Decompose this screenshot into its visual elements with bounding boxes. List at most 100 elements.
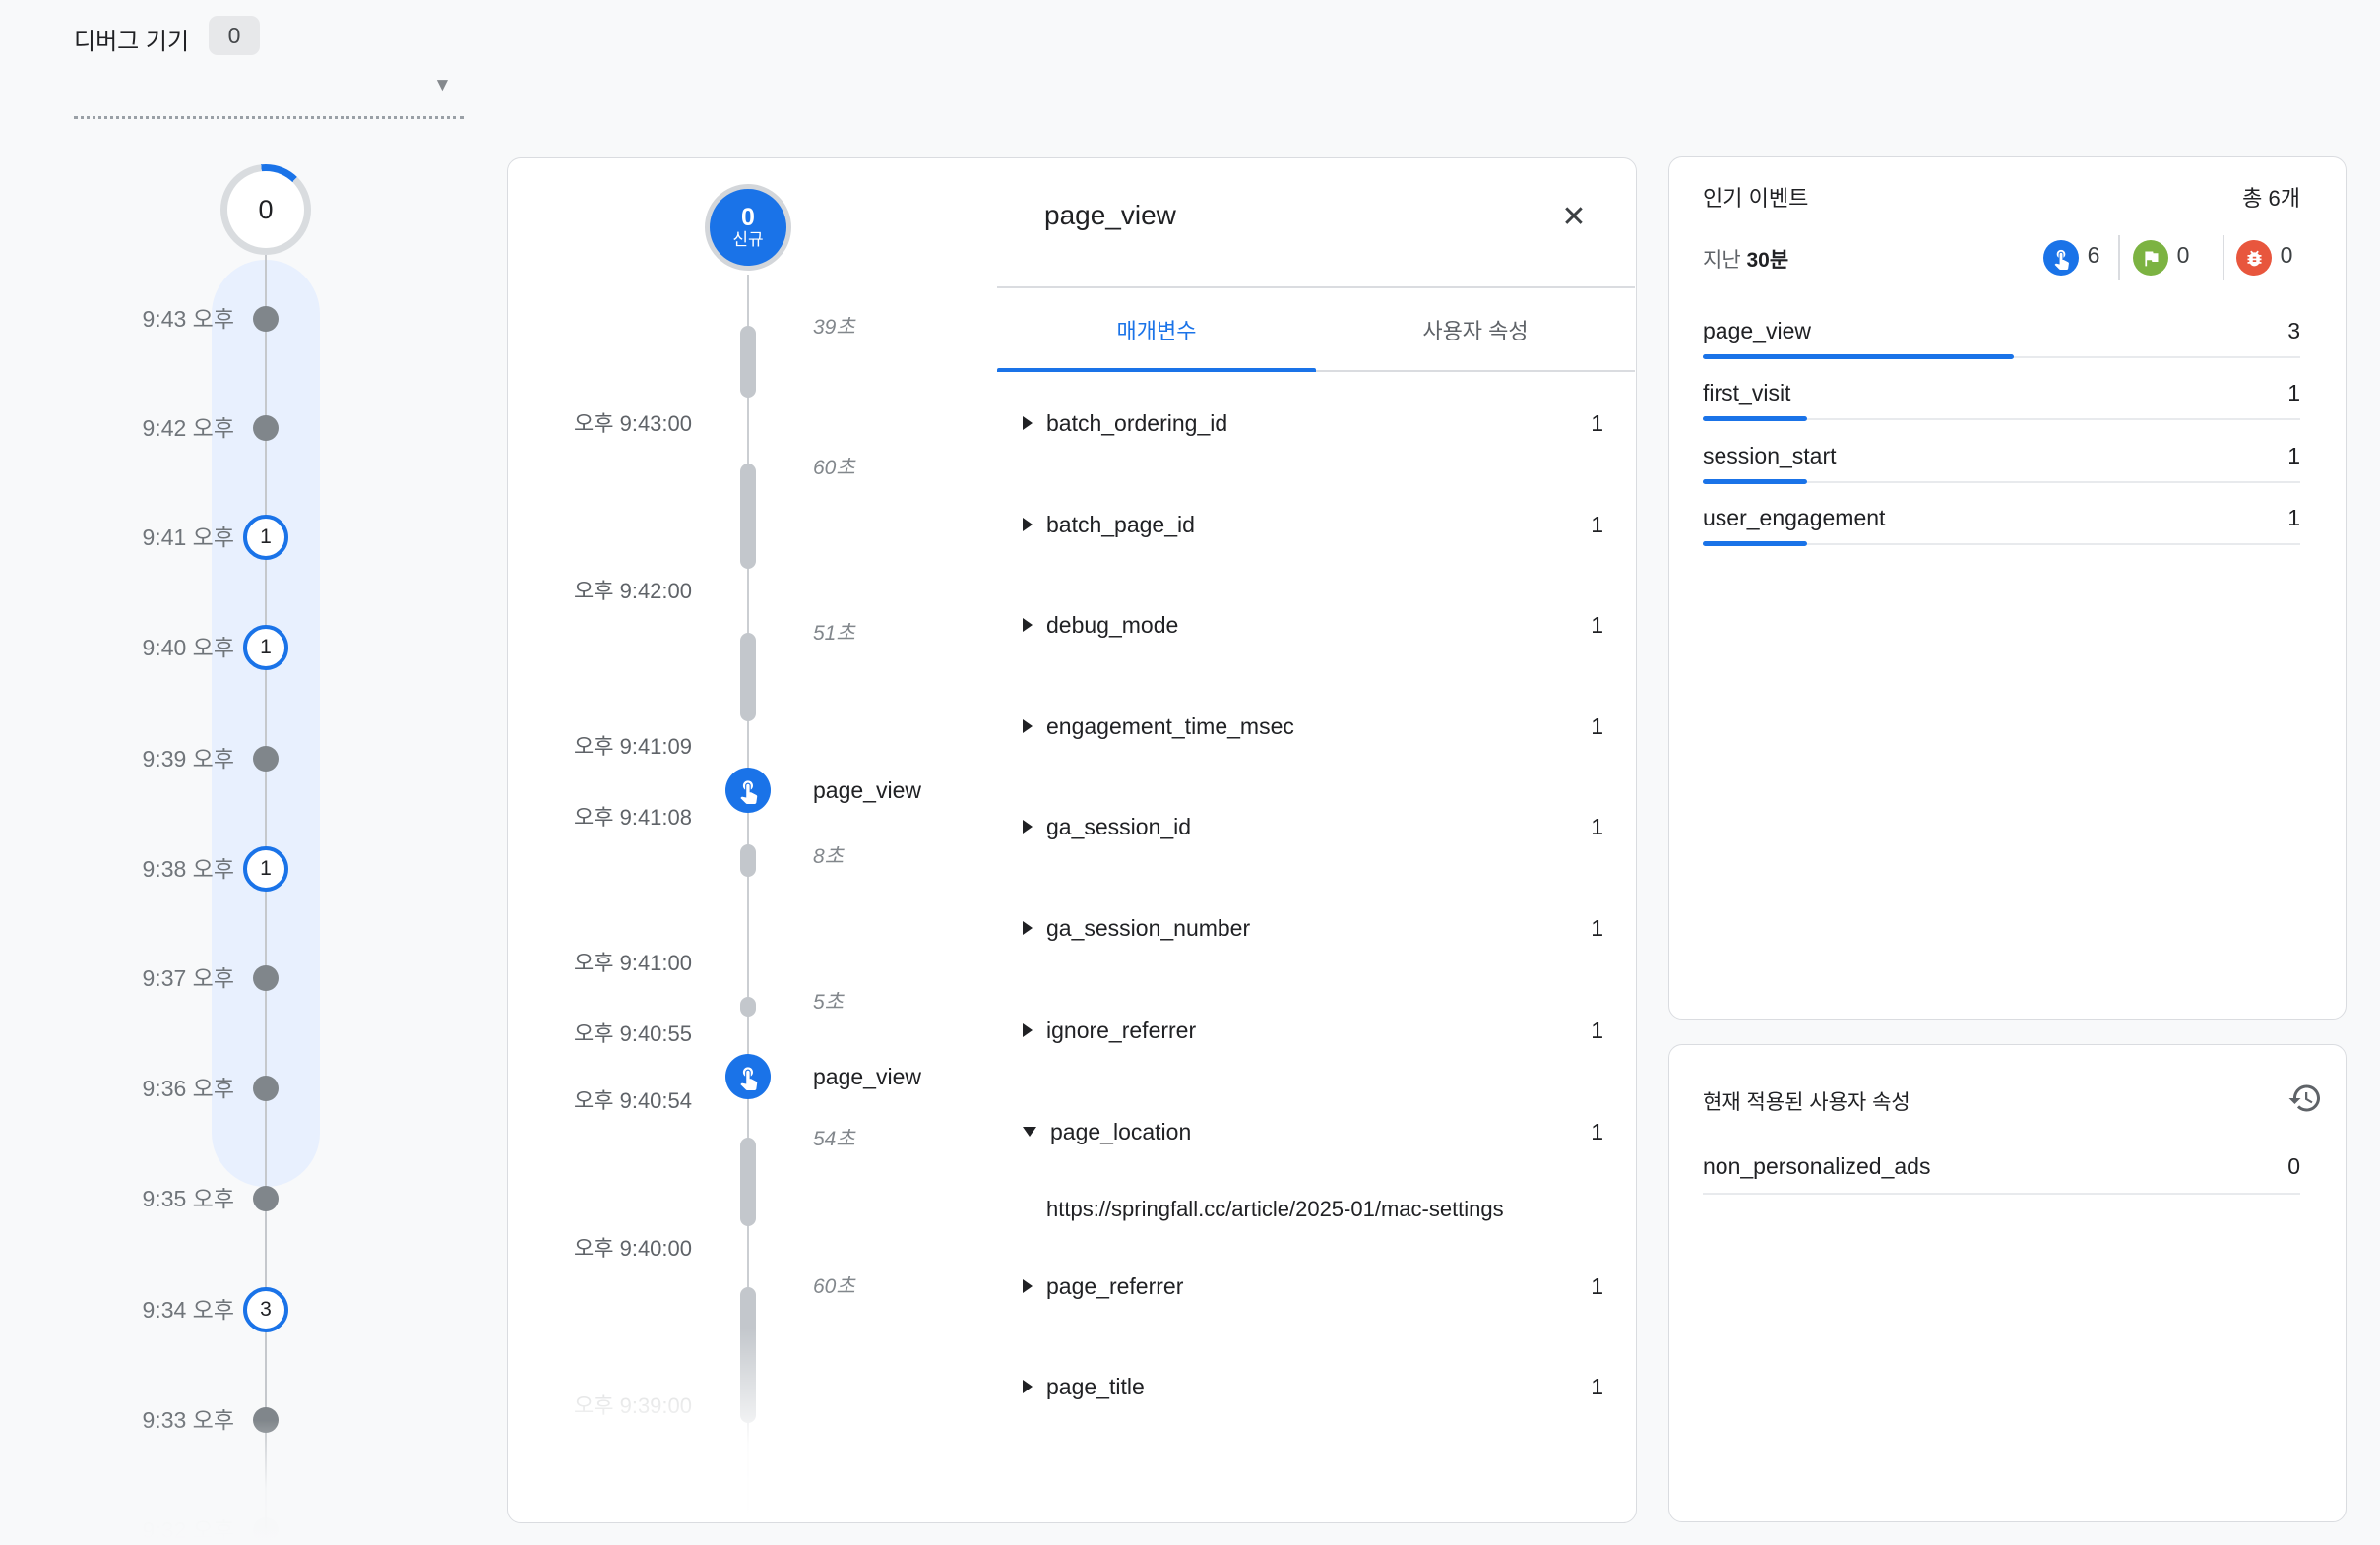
timeline-time-label: 9:39 오후: [59, 743, 234, 774]
top-events-title: 인기 이벤트: [1703, 181, 1808, 213]
event-stream-time-label: 오후 9:43:00: [528, 409, 692, 439]
param-row[interactable]: batch_ordering_id1: [997, 402, 1603, 445]
timeline-time-label: 9:37 오후: [59, 962, 234, 994]
chevron-right-icon[interactable]: [1023, 1380, 1033, 1393]
param-count: 1: [1591, 1119, 1603, 1145]
activity-bar: [740, 464, 756, 569]
counter-divider: [2223, 235, 2224, 280]
param-count: 1: [1591, 612, 1603, 639]
event-stream-time-label: 오후 9:40:54: [528, 1086, 692, 1116]
event-stream-time-label: 오후 9:40:00: [528, 1234, 692, 1264]
param-name: page_location: [1050, 1119, 1191, 1145]
duration-label: 39초: [813, 314, 855, 341]
top-event-name[interactable]: first_visit: [1703, 377, 1790, 408]
chevron-right-icon[interactable]: [1023, 921, 1033, 935]
top-event-count: 1: [2177, 502, 2300, 533]
param-row[interactable]: ga_session_id1: [997, 805, 1603, 848]
user-property-value: 0: [2177, 1150, 2300, 1182]
new-events-bubble[interactable]: 0 신규: [705, 184, 791, 271]
activity-bar: [740, 844, 756, 877]
time-window-label: 지난 30분: [1703, 244, 1788, 274]
user-property-name[interactable]: non_personalized_ads: [1703, 1150, 1930, 1182]
timeline-count-bubble[interactable]: 1: [243, 625, 288, 670]
param-row[interactable]: engagement_time_msec1: [997, 705, 1603, 748]
param-name: batch_page_id: [1046, 512, 1195, 538]
timeline-time-label: 9:41 오후: [59, 522, 234, 553]
param-count: 1: [1591, 814, 1603, 840]
bug-icon[interactable]: [2236, 240, 2272, 276]
tab-parameters[interactable]: 매개변수: [997, 288, 1316, 370]
event-title: page_view: [1044, 200, 1176, 231]
event-stream-event-name[interactable]: page_view: [813, 1060, 921, 1093]
user-properties-title: 현재 적용된 사용자 속성: [1703, 1086, 1910, 1116]
param-row[interactable]: page_referrer 1: [997, 1265, 1603, 1308]
tap-icon[interactable]: [725, 768, 771, 813]
timeline-dot[interactable]: [253, 1076, 279, 1101]
close-icon[interactable]: ✕: [1551, 194, 1597, 239]
activity-bar: [740, 326, 756, 398]
timeline-time-label: 9:36 오후: [59, 1073, 234, 1104]
top-event-bar: [1703, 541, 1807, 546]
timeline-count-bubble[interactable]: 1: [243, 515, 288, 560]
chevron-right-icon[interactable]: [1023, 719, 1033, 733]
timeline-count-bubble[interactable]: 3: [243, 1287, 288, 1332]
timeline-time-label: 9:38 오후: [59, 853, 234, 885]
event-stream-time-label: 오후 9:41:00: [528, 949, 692, 978]
param-row[interactable]: ignore_referrer1: [997, 1009, 1603, 1052]
event-stream-event-name[interactable]: page_view: [813, 773, 921, 807]
tap-icon[interactable]: [2043, 240, 2079, 276]
new-events-label: 신규: [732, 230, 763, 250]
param-count: 1: [1591, 1273, 1603, 1300]
param-name: page_referrer: [1046, 1273, 1183, 1300]
timeline-dot[interactable]: [253, 746, 279, 772]
timeline-time-label: 9:34 오후: [59, 1294, 234, 1326]
minute-summary-count: 0: [258, 195, 273, 225]
param-name: debug_mode: [1046, 612, 1178, 639]
chevron-right-icon[interactable]: [1023, 416, 1033, 430]
top-event-bar: [1703, 416, 1807, 421]
param-count: 1: [1591, 1018, 1603, 1044]
chevron-right-icon[interactable]: [1023, 1023, 1033, 1037]
timeline-dot[interactable]: [253, 965, 279, 991]
top-event-bar: [1703, 479, 1807, 484]
chevron-down-icon[interactable]: ▼: [433, 75, 452, 96]
chevron-right-icon[interactable]: [1023, 820, 1033, 834]
chevron-right-icon[interactable]: [1023, 518, 1033, 531]
event-stream-time-label: 오후 9:41:09: [528, 732, 692, 762]
top-event-name[interactable]: page_view: [1703, 315, 1811, 346]
param-count: 1: [1591, 713, 1603, 740]
flag-icon[interactable]: [2133, 240, 2168, 276]
timeline-dot[interactable]: [253, 415, 279, 441]
chevron-right-icon[interactable]: [1023, 1279, 1033, 1293]
param-name: page_title: [1046, 1374, 1145, 1400]
param-row[interactable]: debug_mode 1: [997, 603, 1603, 647]
param-row[interactable]: page_location 1: [997, 1110, 1603, 1153]
row-divider: [1703, 1193, 2300, 1195]
event-detail-card: 0 신규 오후 9:43:00 오후 9:42:00 오후 9:41:09 오후 9:…: [507, 157, 1637, 1523]
device-selector-underline[interactable]: [74, 116, 464, 119]
top-event-name[interactable]: user_engagement: [1703, 502, 1885, 533]
top-event-count: 3: [2177, 315, 2300, 346]
timeline-count-bubble[interactable]: 1: [243, 846, 288, 892]
param-row[interactable]: page_title1: [997, 1365, 1603, 1408]
param-row[interactable]: batch_page_id1: [997, 503, 1603, 546]
tab-user-properties[interactable]: 사용자 속성: [1316, 288, 1635, 370]
timeline-dot[interactable]: [253, 306, 279, 332]
history-icon[interactable]: [2282, 1075, 2329, 1122]
tap-icon[interactable]: [725, 1054, 771, 1099]
chevron-down-icon[interactable]: [1023, 1127, 1036, 1137]
device-selector-label: 디버그 기기: [74, 22, 189, 56]
event-stream-time-label: 오후 9:42:00: [528, 577, 692, 606]
param-row[interactable]: ga_session_number1: [997, 906, 1603, 950]
detail-tabbar: 매개변수 사용자 속성: [997, 288, 1635, 372]
counter-divider: [2118, 235, 2120, 280]
top-events-total: 총 6개: [2063, 181, 2300, 213]
minute-summary-ring[interactable]: 0: [220, 164, 311, 255]
top-event-name[interactable]: session_start: [1703, 440, 1837, 471]
duration-label: 54초: [813, 1126, 855, 1153]
timeline-dot[interactable]: [253, 1186, 279, 1211]
activity-bar: [740, 997, 756, 1017]
chevron-right-icon[interactable]: [1023, 618, 1033, 632]
param-value-detail: https://springfall.cc/article/2025-01/ma…: [1046, 1192, 1603, 1227]
event-stream-time-label: 오후 9:40:55: [528, 1020, 692, 1049]
